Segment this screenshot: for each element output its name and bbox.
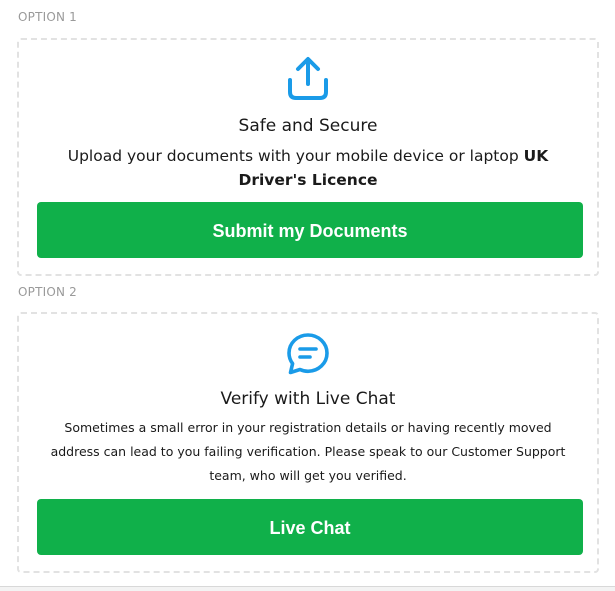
option-1-description: Upload your documents with your mobile d… [39,144,577,192]
option-1-label: OPTION 1 [18,10,78,24]
container-bottom-edge [0,586,615,591]
option-1-card: Safe and Secure Upload your documents wi… [17,38,599,276]
upload-icon [284,54,332,102]
option-1-description-text: Upload your documents with your mobile d… [67,147,524,165]
verification-options-page: OPTION 1 Safe and Secure Upload your doc… [0,0,615,591]
option-2-card: Verify with Live Chat Sometimes a small … [17,312,599,573]
option-2-title: Verify with Live Chat [220,389,396,409]
option-2-description: Sometimes a small error in your registra… [50,420,566,483]
option-2-label: OPTION 2 [18,285,78,299]
live-chat-button[interactable]: Live Chat [37,499,583,555]
option-1-title: Safe and Secure [238,116,378,136]
submit-documents-button[interactable]: Submit my Documents [37,202,583,258]
chat-bubble-icon [284,330,332,378]
